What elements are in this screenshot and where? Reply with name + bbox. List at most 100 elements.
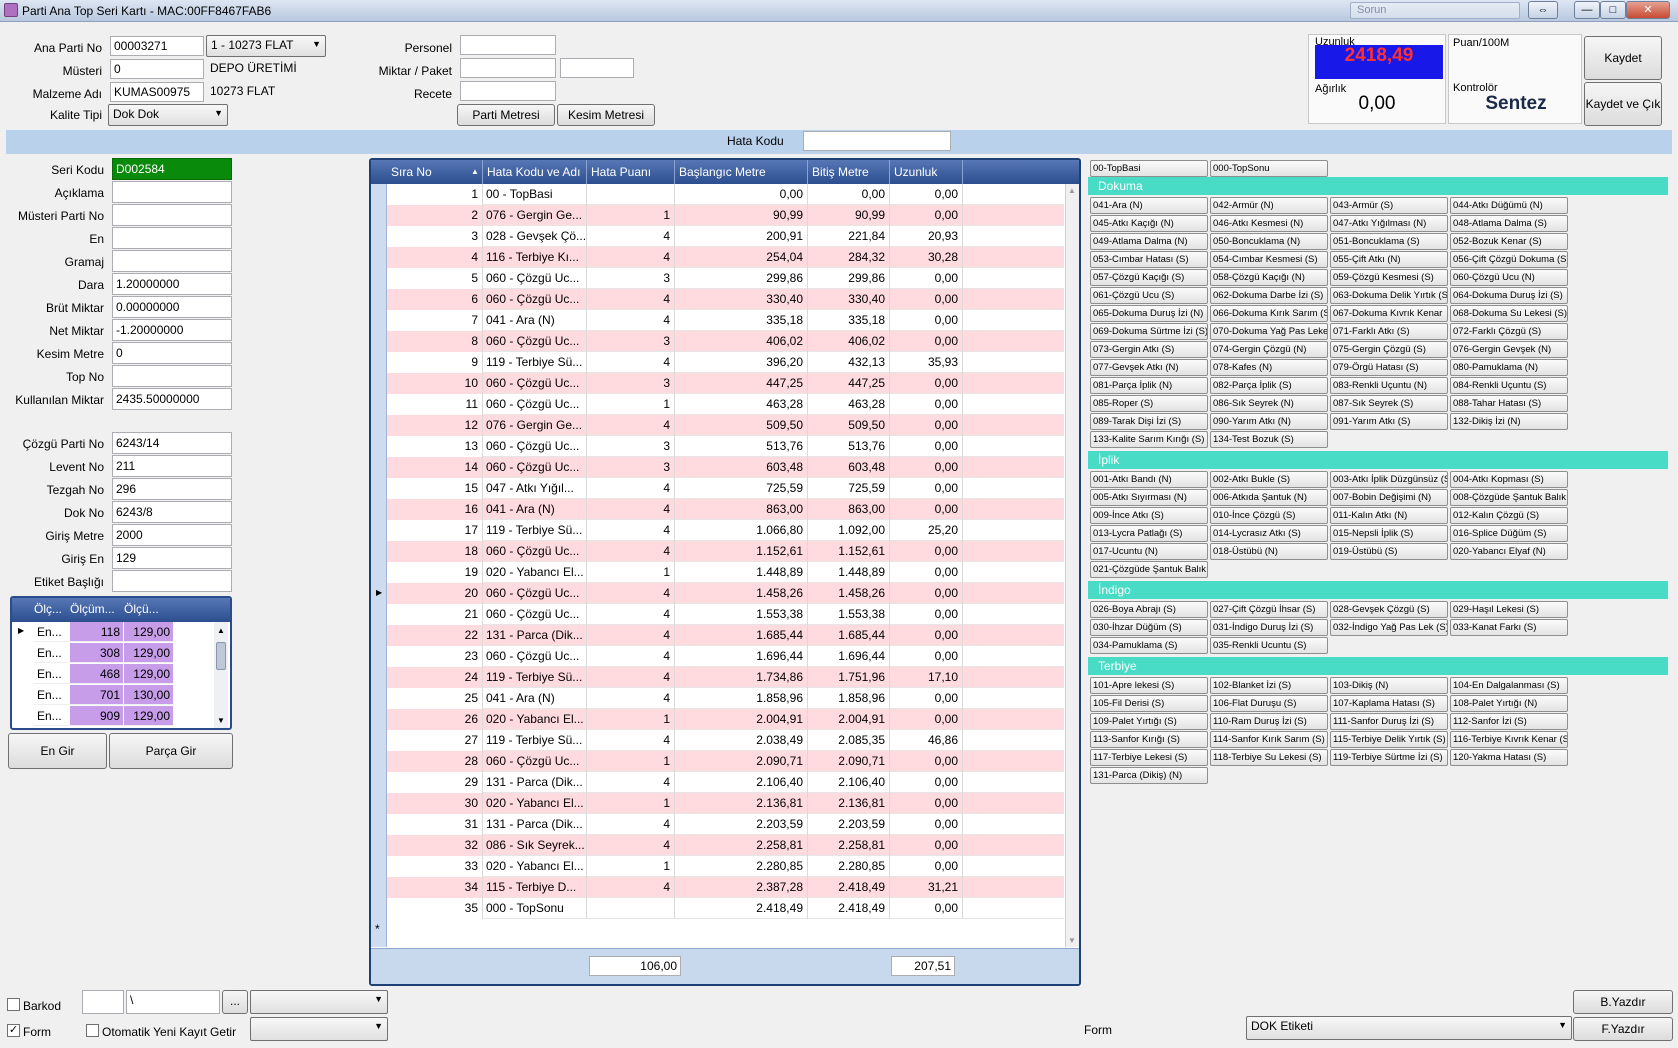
defect-button[interactable]: 069-Dokuma Sürtme İzi (S) [1090, 323, 1208, 340]
paket-field[interactable] [560, 58, 634, 78]
defect-button[interactable]: 091-Yarım Atkı (S) [1330, 413, 1448, 430]
measurement-column-header[interactable]: Ölçüm... [70, 602, 124, 616]
table-row[interactable]: 21 060 - Çözgü Uc... 4 1.553,38 1.553,38 0,00 [387, 604, 1064, 625]
defect-button[interactable]: 088-Tahar Hatası (S) [1450, 395, 1568, 412]
measurement-grid[interactable]: ▶ En... 118 129,00 En... 308 129,00 En... 468 129… [10, 596, 232, 730]
defect-button[interactable]: 074-Gergin Çözgü (N) [1210, 341, 1328, 358]
table-row[interactable]: 33 020 - Yabancı El... 1 2.280,85 2.280,85 0,… [387, 856, 1064, 877]
defect-button[interactable]: 001-Atkı Bandı (N) [1090, 471, 1208, 488]
scroll-up-icon[interactable]: ▲ [217, 626, 225, 635]
field-value[interactable]: 1.20000000 [112, 273, 232, 295]
table-row[interactable]: 10 060 - Çözgü Uc... 3 447,25 447,25 0,00 [387, 373, 1064, 394]
defect-button[interactable]: 020-Yabancı Elyaf (N) [1450, 543, 1568, 560]
table-row[interactable]: 35 000 - TopSonu 2.418,49 2.418,49 0,00 [387, 898, 1064, 919]
defect-button[interactable]: 109-Palet Yırtığı (S) [1090, 713, 1208, 730]
title-search[interactable]: Sorun [1350, 2, 1520, 19]
defect-button[interactable]: 053-Cımbar Hatası (S) [1090, 251, 1208, 268]
defect-button[interactable]: 085-Roper (S) [1090, 395, 1208, 412]
defect-button[interactable]: 132-Dikiş İzi (N) [1450, 413, 1568, 430]
scroll-thumb[interactable] [216, 642, 226, 670]
grid-scrollbar[interactable]: ▲ ▼ [1065, 184, 1079, 947]
barkod-checkbox[interactable] [7, 998, 20, 1011]
table-row[interactable]: 12 076 - Gergin Ge... 4 509,50 509,50 0,00 [387, 415, 1064, 436]
defect-button[interactable]: 104-En Dalgalanması (S) [1450, 677, 1568, 694]
defect-button[interactable]: 052-Bozuk Kenar (S) [1450, 233, 1568, 250]
defect-button[interactable]: 107-Kaplama Hatası (S) [1330, 695, 1448, 712]
barkod-path-field[interactable]: \ [126, 990, 220, 1014]
defect-button[interactable]: 111-Sanfor Duruş İzi (S) [1330, 713, 1448, 730]
defect-button[interactable]: 090-Yarım Atkı (N) [1210, 413, 1328, 430]
sort-ascending-icon[interactable]: ▲ [467, 160, 479, 184]
grid-column-header[interactable]: Uzunluk [890, 160, 963, 184]
scroll-down-icon[interactable]: ▼ [217, 716, 225, 725]
defect-button[interactable]: 068-Dokuma Su Lekesi (S) [1450, 305, 1568, 322]
defect-button[interactable]: 058-Çözgü Kaçığı (N) [1210, 269, 1328, 286]
grid-column-header[interactable]: Başlangıc Metre [675, 160, 808, 184]
defect-button[interactable]: 105-Fil Derisi (S) [1090, 695, 1208, 712]
defect-button[interactable]: 062-Dokuma Darbe İzi (S) [1210, 287, 1328, 304]
defect-button[interactable]: 089-Tarak Dişi İzi (S) [1090, 413, 1208, 430]
table-row[interactable]: 6 060 - Çözgü Uc... 4 330,40 330,40 0,00 [387, 289, 1064, 310]
defect-button[interactable]: 031-İndigo Duruş İzi (S) [1210, 619, 1328, 636]
table-row[interactable]: 23 060 - Çözgü Uc... 4 1.696,44 1.696,44 0,00 [387, 646, 1064, 667]
defect-button[interactable]: 044-Atkı Düğümü (N) [1450, 197, 1568, 214]
defect-button[interactable]: 101-Apre lekesi (S) [1090, 677, 1208, 694]
kaydet-button[interactable]: Kaydet [1584, 36, 1662, 80]
defect-button[interactable]: 108-Palet Yırtığı (N) [1450, 695, 1568, 712]
measurement-row[interactable]: En... 468 129,00 [12, 664, 212, 685]
defect-button[interactable]: 063-Dokuma Delik Yırtık (S) [1330, 287, 1448, 304]
defect-button[interactable]: 078-Kafes (N) [1210, 359, 1328, 376]
defect-button[interactable]: 004-Atkı Kopması (S) [1450, 471, 1568, 488]
defect-button[interactable]: 120-Yakma Hatası (S) [1450, 749, 1568, 766]
defect-button[interactable]: 027-Çift Çözgü İhsar (S) [1210, 601, 1328, 618]
table-row[interactable]: 22 131 - Parca (Dik... 4 1.685,44 1.685,44 0,… [387, 625, 1064, 646]
scroll-down-icon[interactable]: ▼ [1068, 936, 1076, 945]
defect-button[interactable]: 118-Terbiye Su Lekesi (S) [1210, 749, 1328, 766]
defect-button[interactable]: 015-Nepsli İplik (S) [1330, 525, 1448, 542]
defect-button[interactable]: 021-Çözgüde Şantuk Balık [1090, 561, 1208, 578]
defect-button[interactable]: 016-Splice Düğüm (S) [1450, 525, 1568, 542]
defect-button[interactable]: 112-Sanfor İzi (S) [1450, 713, 1568, 730]
table-row[interactable]: 2 076 - Gergin Ge... 1 90,99 90,99 0,00 [387, 205, 1064, 226]
defect-button[interactable]: 116-Terbiye Kıvrık Kenar (S) [1450, 731, 1568, 748]
defect-button[interactable]: 028-Gevşek Çözgü (S) [1330, 601, 1448, 618]
hata-kodu-field[interactable] [803, 131, 951, 151]
grid-column-header[interactable]: Bitiş Metre [808, 160, 890, 184]
defect-button[interactable]: 117-Terbiye Lekesi (S) [1090, 749, 1208, 766]
defect-button[interactable]: 002-Atkı Bukle (S) [1210, 471, 1328, 488]
defect-button[interactable]: 055-Çift Atkı (N) [1330, 251, 1448, 268]
defect-button[interactable]: 049-Atlama Dalma (N) [1090, 233, 1208, 250]
field-value[interactable]: 129 [112, 547, 232, 569]
defect-button[interactable]: 00-TopBasi [1090, 160, 1208, 177]
defect-button[interactable]: 083-Renkli Uçuntu (N) [1330, 377, 1448, 394]
recete-field[interactable] [460, 81, 556, 101]
form-checkbox[interactable]: ✓ [7, 1024, 20, 1037]
table-row[interactable]: 13 060 - Çözgü Uc... 3 513,76 513,76 0,00 [387, 436, 1064, 457]
ana-parti-combo[interactable]: 1 - 10273 FLAT ▼ [206, 35, 326, 57]
table-row[interactable]: 3 028 - Gevşek Çö... 4 200,91 221,84 20,93 [387, 226, 1064, 247]
otomatik-checkbox[interactable] [86, 1024, 99, 1037]
defect-button[interactable]: 048-Atlama Dalma (S) [1450, 215, 1568, 232]
defect-button[interactable]: 102-Blanket İzi (S) [1210, 677, 1328, 694]
defect-button[interactable]: 006-Atkıda Şantuk (N) [1210, 489, 1328, 506]
measurement-row[interactable]: ▶ En... 118 129,00 [12, 622, 212, 643]
defect-button[interactable]: 054-Cımbar Kesmesi (S) [1210, 251, 1328, 268]
defect-button[interactable]: 106-Flat Duruşu (S) [1210, 695, 1328, 712]
defect-button[interactable]: 018-Üstübü (N) [1210, 543, 1328, 560]
ana-parti-no-field[interactable]: 00003271 [110, 36, 204, 56]
defect-button[interactable]: 064-Dokuma Duruş İzi (S) [1450, 287, 1568, 304]
defect-button[interactable]: 032-İndigo Yağ Pas Lek (S) [1330, 619, 1448, 636]
f-yazdir-button[interactable]: F.Yazdır [1573, 1017, 1673, 1041]
kaydet-cik-button[interactable]: Kaydet ve Çık [1584, 82, 1662, 126]
defect-button[interactable]: 070-Dokuma Yağ Pas Leke [1210, 323, 1328, 340]
defect-button[interactable]: 081-Parça İplik (N) [1090, 377, 1208, 394]
miktar-field[interactable] [460, 58, 556, 78]
field-value[interactable]: 0 [112, 342, 232, 364]
defect-button[interactable]: 073-Gergin Atkı (S) [1090, 341, 1208, 358]
table-row[interactable]: 5 060 - Çözgü Uc... 3 299,86 299,86 0,00 [387, 268, 1064, 289]
field-value[interactable] [112, 570, 232, 592]
field-value[interactable]: 296 [112, 478, 232, 500]
field-value[interactable]: 6243/8 [112, 501, 232, 523]
field-value[interactable]: -1.20000000 [112, 319, 232, 341]
table-row[interactable]: 4 116 - Terbiye Kı... 4 254,04 284,32 30,28 [387, 247, 1064, 268]
